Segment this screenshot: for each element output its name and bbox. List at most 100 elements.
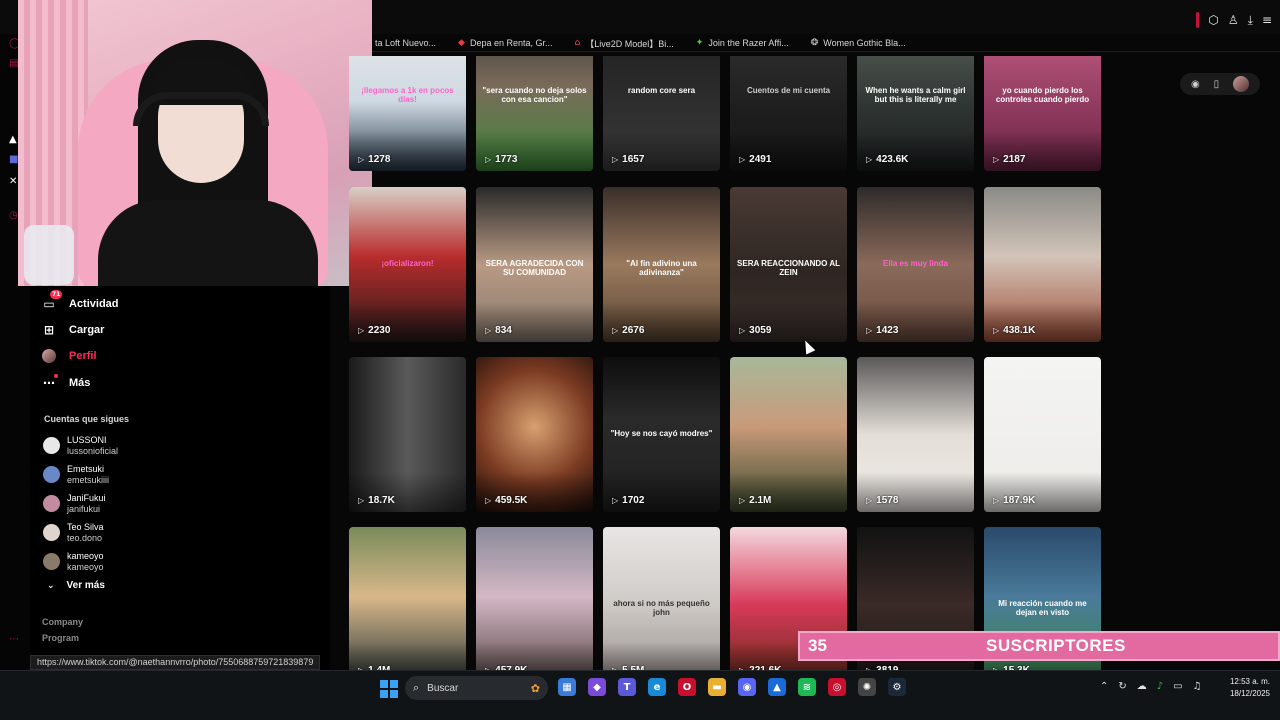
video-tile[interactable]: "sera cuando no deja solos con esa canci… [476,56,593,171]
network-icon[interactable]: ▭ [1173,681,1182,692]
thumbnail-shade [984,302,1101,342]
nav-label: Cargar [69,324,105,336]
store-icon[interactable]: ▲ [768,678,786,696]
edge-icon[interactable]: e [648,678,666,696]
play-icon: ▷ [866,326,873,335]
video-tile[interactable]: When he wants a calm girl but this is li… [857,56,974,171]
bookmark-label: Women Gothic Bla... [823,38,906,48]
thumbnail-shade [603,131,720,171]
video-tile[interactable]: ▷ 1578 [857,357,974,512]
video-tile[interactable]: ▷1.4M [349,527,466,670]
video-tile[interactable]: ▷ 2.1M [730,357,847,512]
video-tile[interactable]: "Al fin adivino una adivinanza" ▷ 2676 [603,187,720,342]
video-tile[interactable]: ▷ 18.7K [349,357,466,512]
video-tile[interactable]: yo cuando pierdo los controles cuando pi… [984,56,1101,171]
opera-icon[interactable]: O [678,678,696,696]
video-tile[interactable]: ¡oficializaron! ▷ 2230 [349,187,466,342]
video-tile[interactable]: Ella es muy linda ▷ 1423 [857,187,974,342]
view-count: ▷ 2187 [993,154,1025,165]
chatgpt-icon[interactable]: ✺ [858,678,876,696]
bookmark-item[interactable]: ◆ Depa en Renta, Gr... [458,35,552,51]
video-tile[interactable]: random core sera ▷ 1657 [603,56,720,171]
clock[interactable]: 12:53 a. m. 18/12/2025 [1218,676,1270,700]
download-icon[interactable]: ⤓ [1248,13,1253,28]
play-icon: ▷ [739,496,746,505]
steam-icon[interactable]: ⚙ [888,678,906,696]
view-count: ▷ 834 [485,325,512,336]
cloud-icon[interactable]: ☁ [1137,681,1147,692]
x-icon[interactable]: ✕ [9,176,17,187]
taskbar-search[interactable]: ⌕ Buscar ✿ [405,676,548,700]
spotify-icon[interactable]: ≋ [798,678,816,696]
chevron-up-icon[interactable]: ⌃ [1100,681,1108,692]
account-icon[interactable]: ♙ [1228,13,1239,27]
following-account[interactable]: Emetsuki emetsukiiii [43,460,303,489]
footer-link-company[interactable]: Company [42,617,83,627]
video-tile[interactable]: ▷457.9K [476,527,593,670]
screen: ⬡ ♙ ⤓ ≡ ta Loft Nuevo... ◆ Depa en Renta, … [0,0,1280,720]
extensions-icon[interactable]: ⬡ [1208,13,1218,27]
calendar-icon[interactable]: ▦ [558,678,576,696]
subscribers-label: SUSCRIPTORES [986,636,1126,655]
bookmark-item[interactable]: ✦ Join the Razer Affi... [696,35,789,51]
following-account[interactable]: JaniFukui janifukui [43,489,303,518]
view-count-text: 3059 [749,325,772,336]
video-tile[interactable]: "Hoy se nos cayó modres" ▷ 1702 [603,357,720,512]
video-tile[interactable]: SERA AGRADECIDA CON SU COMUNIDAD ▷ 834 [476,187,593,342]
thumbnail-shade [730,131,847,171]
see-more-button[interactable]: ⌄ Ver más [47,580,105,591]
copilot-icon[interactable]: ◆ [588,678,606,696]
video-tile[interactable]: ahora si no más pequeño john▷5.5M [603,527,720,670]
discord-icon[interactable]: ◉ [738,678,756,696]
nav-label: Más [69,377,91,389]
avatar[interactable] [1233,76,1250,92]
video-caption: ¡llegamos a 1k en pocos días! [361,86,454,104]
file-explorer-icon[interactable]: ▬ [708,678,726,696]
bookmark-item[interactable]: ⌂ 【Live2D Model】Bi... [575,35,674,51]
nav-perfil[interactable]: Perfil [42,349,97,363]
mic-icon[interactable]: ♪ [1157,681,1163,692]
video-tile[interactable]: ▷ 459.5K [476,357,593,512]
thumbnail-shade [349,302,466,342]
clock-icon[interactable]: ◷ [9,210,18,221]
video-tile[interactable]: SERA REACCIONANDO AL ZEIN ▷ 3059 [730,187,847,342]
nav-cargar[interactable]: ⊞ Cargar [42,323,105,337]
bookmark-item[interactable]: ❂ Women Gothic Bla... [811,35,906,51]
headphones [133,92,269,126]
bookmark-item[interactable]: ta Loft Nuevo... [370,35,436,51]
nav-mas[interactable]: ⋯ Más [42,374,91,390]
view-count-text: 2230 [368,325,391,336]
video-tile[interactable]: ▷ 187.9K [984,357,1101,512]
video-tile[interactable]: Cuentos de mi cuenta ▷ 2491 [730,56,847,171]
lamp [24,225,74,285]
menu-icon[interactable]: ≡ [1262,13,1272,27]
account-username: emetsukiiii [67,474,110,485]
teams-icon[interactable]: T [618,678,636,696]
video-tile[interactable]: ▷ 438.1K [984,187,1101,342]
obs-icon[interactable]: ◎ [828,678,846,696]
video-tile[interactable]: ¡llegamos a 1k en pocos días! ▷ 1278 [349,56,466,171]
footer-link-program[interactable]: Program [42,633,83,643]
video-caption: "Al fin adivino una adivinanza" [626,259,697,277]
more-icon[interactable]: ⋯ [9,634,19,645]
following-account[interactable]: Teo Silva teo.dono [43,518,303,547]
thumbnail-shade [730,472,847,512]
app-glyph: ✺ [862,681,872,693]
start-button[interactable] [380,680,398,698]
view-count-text: 423.6K [876,154,909,165]
view-count: ▷ 2676 [612,325,644,336]
volume-icon[interactable]: ♫ [1193,681,1202,692]
following-account[interactable]: kameoyo kameoyo [43,547,303,576]
refresh-icon[interactable]: ↻ [1118,681,1126,692]
play-icon: ▷ [612,326,619,335]
view-count-text: 18.7K [368,495,395,506]
inbox-icon: ▭ 71 [43,290,63,311]
thumbnail-shade [984,472,1101,512]
account-text: LUSSONI lussonioficial [67,435,118,457]
compass-icon[interactable]: ◉ [1191,79,1200,90]
arrow-icon[interactable]: ▲ [9,134,17,145]
phone-icon[interactable]: ▯ [1214,79,1220,90]
video-caption: Mi reacción cuando me dejan en visto [998,599,1087,617]
nav-actividad[interactable]: ▭ 71 Actividad [42,290,119,311]
following-account[interactable]: LUSSONI lussonioficial [43,431,303,460]
